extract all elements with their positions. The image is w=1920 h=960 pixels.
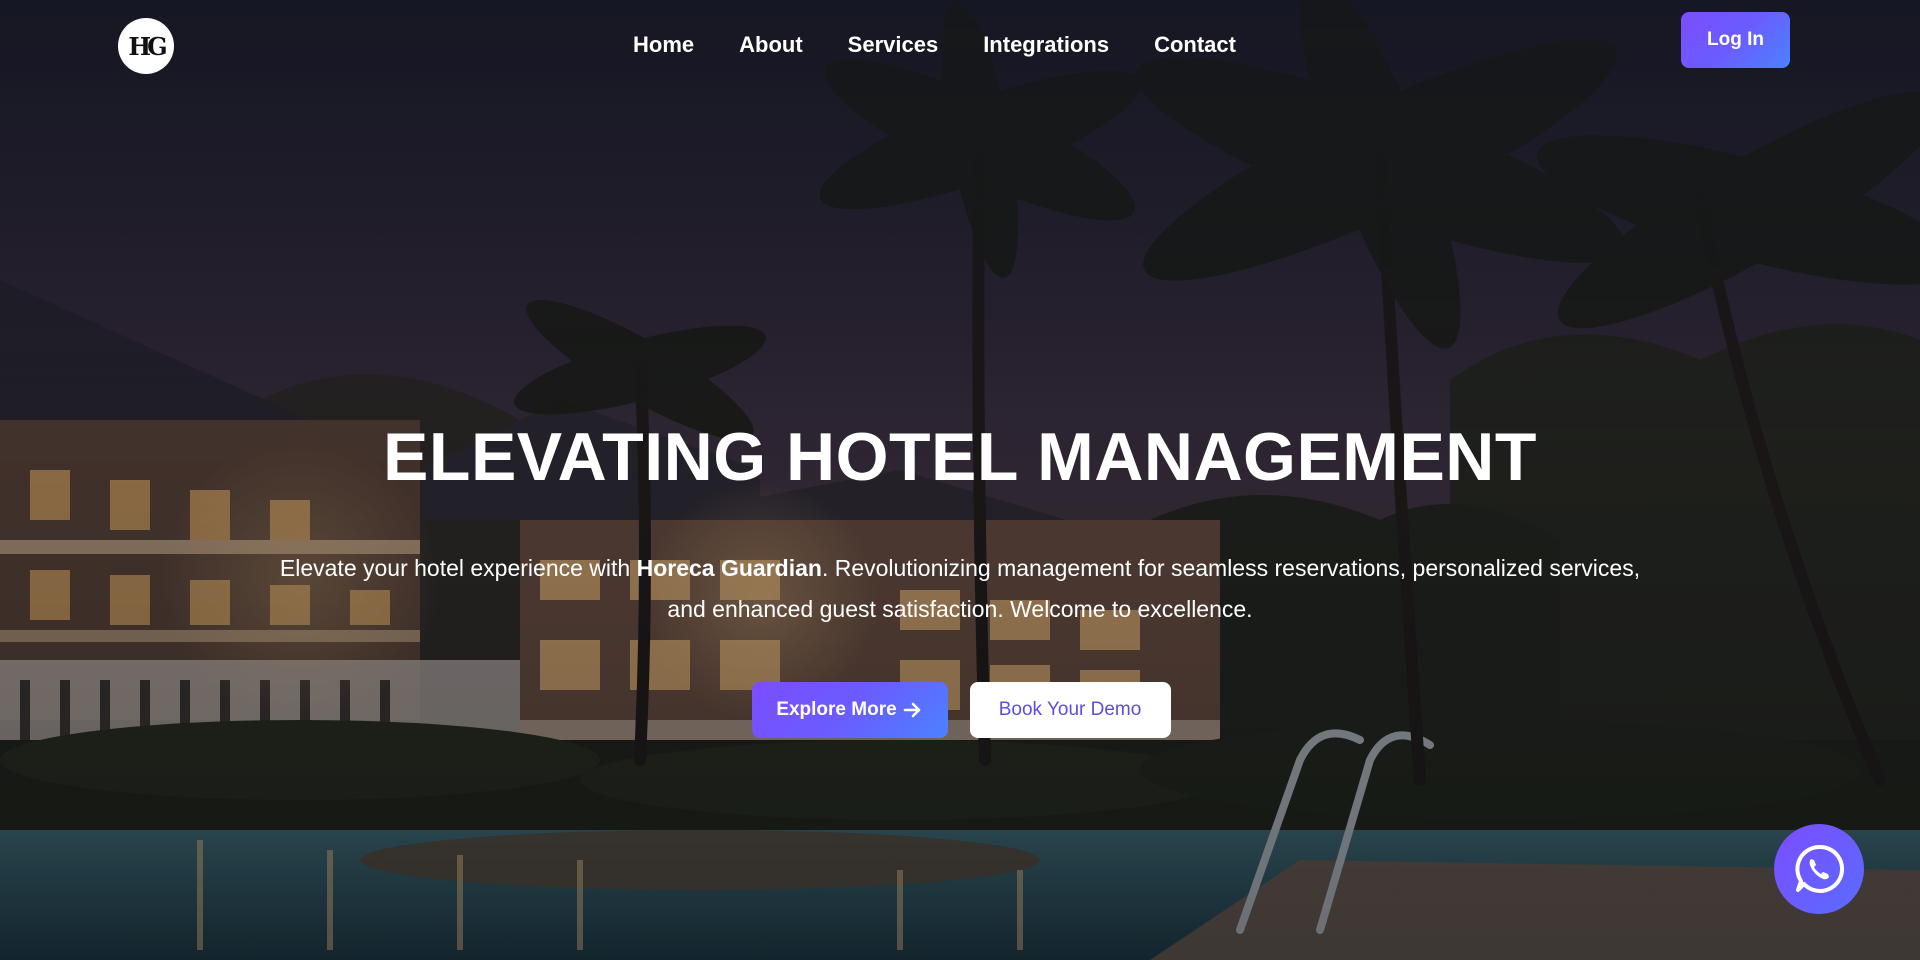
brand-name: Horeca Guardian [636, 555, 822, 581]
nav-link-services[interactable]: Services [848, 28, 939, 62]
hero-cta-group: Explore More Book Your Demo [0, 682, 1920, 738]
nav-link-contact[interactable]: Contact [1154, 28, 1236, 62]
brand-logo[interactable]: HG [118, 18, 174, 74]
book-demo-button[interactable]: Book Your Demo [969, 682, 1171, 738]
nav-link-home[interactable]: Home [633, 28, 694, 62]
hero-title: ELEVATING HOTEL MANAGEMENT [383, 419, 1537, 495]
nav-link-integrations[interactable]: Integrations [983, 28, 1109, 62]
hero-description: Elevate your hotel experience with Horec… [260, 548, 1660, 630]
nav-link-about[interactable]: About [739, 28, 803, 62]
explore-more-button[interactable]: Explore More [751, 682, 948, 738]
whatsapp-icon [1795, 844, 1845, 893]
main-nav: Home About Services Integrations Contact [633, 28, 1281, 62]
login-button[interactable]: Log In [1681, 12, 1790, 68]
whatsapp-chat-button[interactable] [1774, 824, 1864, 914]
hero-desc-prefix: Elevate your hotel experience with [279, 555, 637, 581]
explore-more-label: Explore More [776, 699, 897, 720]
arrow-right-icon [903, 702, 920, 718]
logo-monogram: HG [128, 31, 167, 61]
top-navbar: HG Home About Services Integrations Cont… [0, 0, 1920, 90]
